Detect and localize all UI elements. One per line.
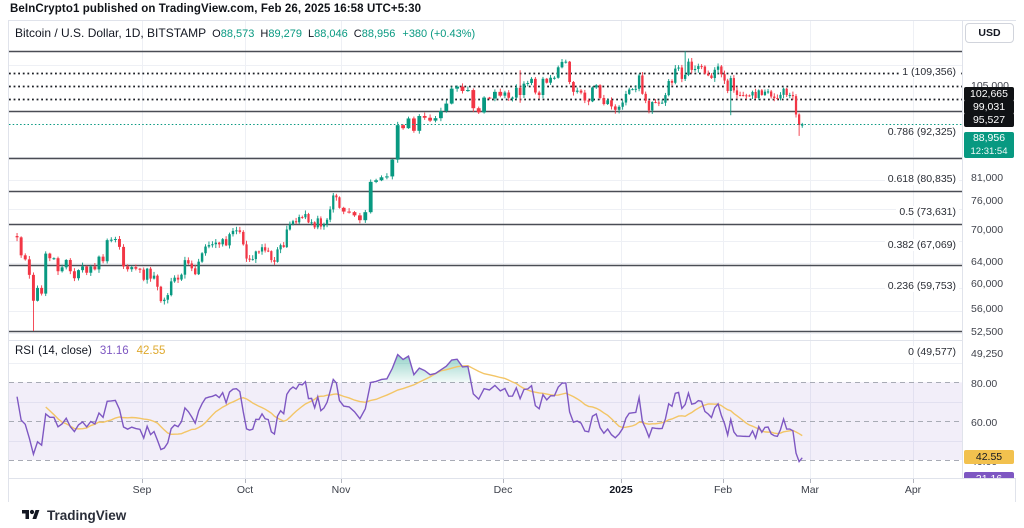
time-label: Dec (494, 484, 513, 496)
attribution-bar: BeInCrypto1 published on TradingView.com… (10, 3, 421, 15)
rsi-title: RSI (15, 345, 34, 357)
time-axis[interactable]: Sep Oct Nov Dec 2025 Feb Mar Apr (9, 478, 1015, 502)
time-tick-mark (142, 479, 143, 483)
time-label: Oct (237, 484, 253, 496)
price-tick: 52,500 (971, 326, 1003, 338)
current-price-badge: 88,956 12:31:54 (964, 132, 1014, 158)
time-tick-mark (503, 479, 504, 483)
rsi-ma-value: 42.55 (137, 345, 166, 357)
tradingview-icon (22, 508, 40, 522)
rsi-tick: 60.00 (971, 417, 997, 429)
price-tick: 60,000 (971, 278, 1003, 290)
current-price-value: 88,956 (964, 132, 1014, 145)
main-chart-canvas[interactable] (9, 21, 962, 478)
fib-level-label: 0.786 (92,325) (885, 126, 959, 138)
price-tick: 56,000 (971, 303, 1003, 315)
time-label: Feb (714, 484, 732, 496)
price-tick: 81,000 (971, 172, 1003, 184)
fib-level-label: 0 (49,577) (905, 346, 959, 358)
pane-separator[interactable] (9, 340, 1015, 341)
chart-widget: 1 (109,356) 0.786 (92,325) 0.618 (80,835) 0… (8, 20, 1016, 502)
time-tick-mark (810, 479, 811, 483)
rsi-params: (14, close) (38, 345, 92, 357)
time-label: 2025 (609, 484, 632, 496)
time-tick-mark (341, 479, 342, 483)
time-label: Nov (332, 484, 351, 496)
time-tick-mark (245, 479, 246, 483)
price-tick: 70,000 (971, 224, 1003, 236)
ohlc-value: 89,279 (268, 28, 302, 40)
ohlc-value: 88,046 (314, 28, 348, 40)
time-label: Apr (905, 484, 921, 496)
rsi-ma-badge: 42.55 (964, 450, 1014, 464)
fib-level-label: 0.236 (59,753) (885, 280, 959, 292)
time-tick-mark (913, 479, 914, 483)
time-label: Mar (801, 484, 819, 496)
ohlc-key: O (212, 28, 221, 40)
bar-countdown: 12:31:54 (964, 145, 1014, 158)
fib-level-label: 0.382 (67,069) (885, 239, 959, 251)
symbol-title: Bitcoin / U.S. Dollar, 1D, BITSTAMP (15, 26, 206, 40)
rsi-legend[interactable]: RSI (14, close) 31.16 42.55 (15, 345, 165, 357)
rsi-tick: 80.00 (971, 378, 997, 390)
change-value: +380 (+0.43%) (402, 28, 475, 40)
ohlc-key: C (354, 28, 362, 40)
fib-level-label: 0.618 (80,835) (885, 173, 959, 185)
time-tick-mark (621, 479, 622, 483)
rsi-value: 31.16 (100, 345, 129, 357)
price-tick: 49,250 (971, 348, 1003, 360)
time-label: Sep (133, 484, 152, 496)
fib-level-label: 0.5 (73,631) (896, 206, 959, 218)
symbol-legend[interactable]: Bitcoin / U.S. Dollar, 1D, BITSTAMP O88,5… (15, 26, 475, 40)
currency-toggle-button[interactable]: USD (965, 23, 1014, 43)
ohlc-value: 88,956 (362, 28, 396, 40)
ohlc-value: 88,573 (221, 28, 255, 40)
page: { "attribution": "BeInCrypto1 published … (0, 0, 1024, 528)
tradingview-logo[interactable]: TradingView (22, 505, 126, 525)
time-tick-mark (723, 479, 724, 483)
tradingview-wordmark: TradingView (47, 508, 126, 523)
price-line-badge: 95,527 (964, 113, 1014, 127)
fib-level-label: 1 (109,356) (899, 66, 959, 78)
price-tick: 76,000 (971, 195, 1003, 207)
ohlc-values: O88,573H89,279L88,046C88,956+380 (+0.43%… (206, 26, 475, 40)
price-axis[interactable]: USD 105,00081,00076,00070,00064,00060,00… (962, 21, 1016, 478)
price-tick: 64,000 (971, 256, 1003, 268)
